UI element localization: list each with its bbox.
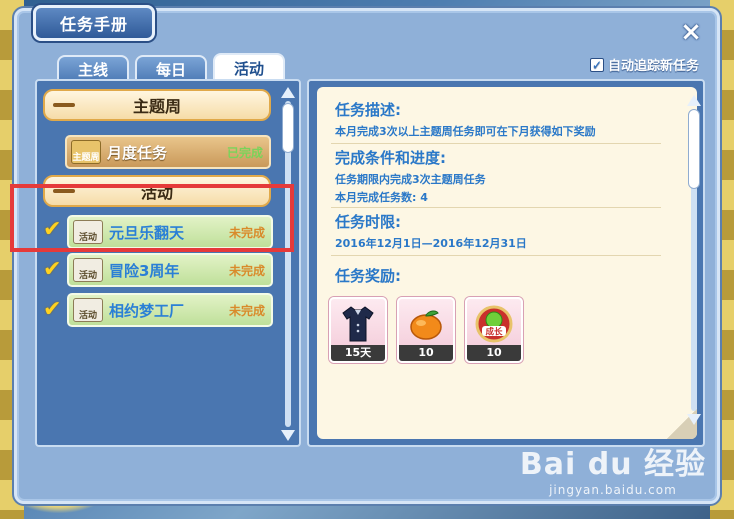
auto-track-checkbox[interactable]: ✓ — [589, 57, 604, 72]
task-list-scrollbar[interactable] — [281, 87, 295, 441]
reward-quantity: 15天 — [331, 345, 385, 361]
growth-badge-icon: 成长 — [467, 303, 521, 345]
reward-quantity: 10 — [399, 345, 453, 361]
conditions-title: 完成条件和进度: — [335, 149, 446, 167]
task-status: 未完成 — [228, 303, 265, 318]
task-status: 未完成 — [228, 263, 265, 278]
auto-track-label: 自动追踪新任务 — [607, 59, 699, 74]
scroll-thumb[interactable] — [688, 109, 700, 189]
tab-main[interactable]: 主线 — [57, 55, 129, 81]
time-limit-title: 任务时限: — [335, 213, 401, 231]
group-header-theme-week[interactable]: 主题周 — [43, 89, 271, 121]
reward-item[interactable]: 成长 10 — [465, 297, 523, 363]
orange-icon — [399, 303, 453, 345]
task-item-dream-factory[interactable]: 活动 相约梦工厂 未完成 — [67, 293, 273, 327]
tracked-check-icon[interactable]: ✔ — [43, 257, 61, 282]
watermark-logo: Bai du 经验 — [519, 447, 706, 482]
event-scroll-icon: 活动 — [73, 258, 103, 282]
theme-week-star-icon: 主题周 — [71, 140, 101, 164]
progress-text: 本月完成任务数: 4 — [335, 191, 428, 204]
conditions-line: 任务期限内完成3次主题周任务 — [335, 173, 486, 186]
task-status: 已完成 — [226, 145, 263, 160]
event-scroll-icon: 活动 — [73, 298, 103, 322]
detail-scrollbar[interactable] — [687, 95, 701, 425]
shirt-icon — [331, 303, 385, 345]
reward-item[interactable]: 10 — [397, 297, 455, 363]
task-detail-panel: 任务描述: 本月完成3次以上主题周任务即可在下月获得如下奖励 完成条件和进度: … — [307, 79, 705, 447]
tracked-check-icon[interactable]: ✔ — [43, 297, 61, 322]
watermark-url: jingyan.baidu.com — [549, 483, 677, 497]
tab-bar: 主线 每日 活动 — [57, 53, 285, 81]
close-icon[interactable]: × — [679, 19, 703, 45]
divider — [331, 255, 661, 256]
reward-quantity: 10 — [467, 345, 521, 361]
watermark: Bai du 经验 jingyan.baidu.com — [520, 439, 706, 497]
task-name: 相约梦工厂 — [109, 301, 185, 320]
window-title: 任务手册 — [33, 5, 155, 41]
reward-item[interactable]: 15天 — [329, 297, 387, 363]
rewards-title: 任务奖励: — [335, 267, 401, 285]
task-name: 月度任务 — [107, 143, 168, 162]
scroll-up-icon[interactable] — [687, 95, 701, 106]
tab-event[interactable]: 活动 — [213, 53, 285, 81]
scroll-thumb[interactable] — [282, 103, 294, 153]
scroll-down-icon[interactable] — [687, 414, 701, 425]
task-item-monthly[interactable]: 主题周 月度任务 已完成 — [65, 135, 271, 169]
task-manual-window: 任务手册 × 主线 每日 活动 ✓ 自动追踪新任务 主题周 主题周 月度任务 已… — [14, 5, 720, 504]
collapse-icon[interactable] — [53, 103, 75, 107]
auto-track-toggle[interactable]: ✓ 自动追踪新任务 — [589, 55, 699, 74]
group-title: 主题周 — [132, 97, 181, 116]
time-limit-text: 2016年12月1日—2016年12月31日 — [335, 237, 527, 250]
scroll-up-icon[interactable] — [281, 87, 295, 98]
description-title: 任务描述: — [335, 101, 401, 119]
annotation-highlight-box — [10, 184, 294, 252]
task-list-panel: 主题周 主题周 月度任务 已完成 活动 ✔ 活动 元旦乐翻天 未完成 ✔ 活动 … — [35, 79, 301, 447]
description-text: 本月完成3次以上主题周任务即可在下月获得如下奖励 — [335, 125, 596, 138]
task-item-anniversary[interactable]: 活动 冒险3周年 未完成 — [67, 253, 273, 287]
detail-paper: 任务描述: 本月完成3次以上主题周任务即可在下月获得如下奖励 完成条件和进度: … — [317, 87, 701, 439]
scroll-down-icon[interactable] — [281, 430, 295, 441]
divider — [331, 143, 661, 144]
tab-daily[interactable]: 每日 — [135, 55, 207, 81]
task-name: 冒险3周年 — [109, 261, 180, 280]
divider — [331, 207, 661, 208]
reward-list: 15天 10 成长 10 — [329, 297, 523, 363]
badge-label: 成长 — [485, 327, 503, 338]
